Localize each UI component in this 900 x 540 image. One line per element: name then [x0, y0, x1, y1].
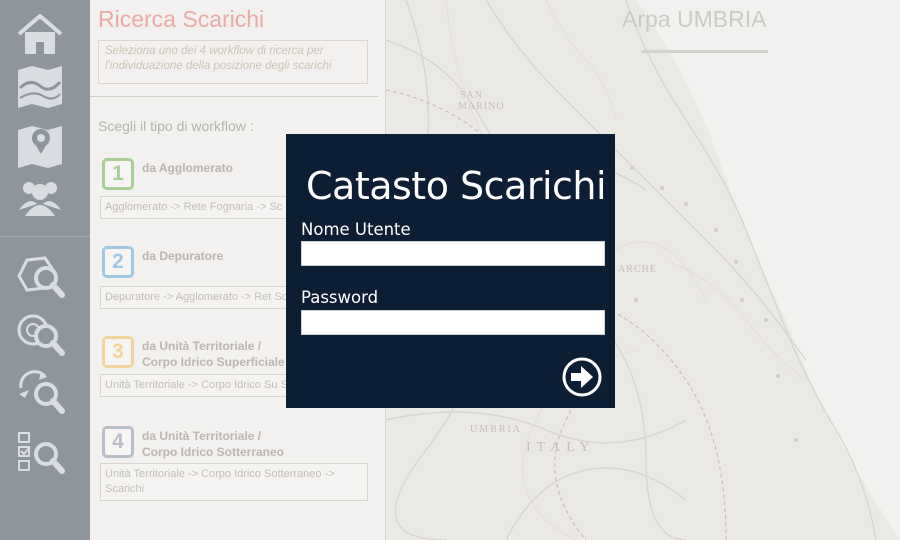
- workflow-label: da Depuratore: [142, 248, 223, 264]
- users-icon: [19, 182, 61, 216]
- search-refresh-button[interactable]: [8, 366, 72, 416]
- workflow-label: da Unità Territoriale / Corpo Idrico Sot…: [142, 428, 284, 460]
- workflow-label-line: da Unità Territoriale /: [142, 429, 262, 443]
- map-label-san-marino: SAN: [460, 90, 484, 101]
- opacity-slider[interactable]: [642, 50, 768, 53]
- workflow-number-badge: 2: [102, 246, 134, 278]
- search-disc-button[interactable]: [8, 308, 72, 358]
- arrow-right-circle-icon: [562, 357, 602, 397]
- workflow-label-line: Corpo Idrico Superficiale: [142, 355, 285, 369]
- password-input[interactable]: [301, 310, 605, 335]
- search-checklist-button[interactable]: [8, 428, 72, 478]
- icon-sidebar: [0, 0, 90, 540]
- username-input[interactable]: [301, 241, 605, 266]
- login-title: Catasto Scarichi: [306, 164, 607, 208]
- brand-title: Arpa UMBRIA: [622, 6, 767, 32]
- users-button[interactable]: [8, 172, 72, 222]
- workflow-number-badge: 1: [102, 158, 134, 190]
- workflow-number-badge: 3: [102, 336, 134, 368]
- workflow-label: da Unità Territoriale / Corpo Idrico Sup…: [142, 338, 285, 370]
- map-icon: [18, 66, 62, 108]
- workflow-path: Unità Territoriale -> Corpo Idrico Sotte…: [100, 463, 368, 501]
- workflow-label-line: da Unità Territoriale /: [142, 339, 262, 353]
- panel-divider: [90, 96, 378, 97]
- map-label-san-marino: MARINO: [458, 101, 505, 112]
- search-area-button[interactable]: [8, 250, 72, 300]
- map-pin-icon: [18, 126, 62, 168]
- sidebar-divider: [0, 236, 90, 237]
- password-label: Password: [301, 288, 379, 307]
- workflow-label: da Agglomerato: [142, 160, 233, 176]
- workflow-number-badge: 4: [102, 426, 134, 458]
- login-submit-button[interactable]: [561, 356, 603, 398]
- map-label-italy: ITALY: [526, 440, 596, 455]
- home-icon: [17, 14, 63, 54]
- panel-description: Seleziona uno dei 4 workflow di ricerca …: [98, 40, 368, 84]
- workflow-label-line: Corpo Idrico Sotterraneo: [142, 445, 285, 459]
- map-pin-button[interactable]: [8, 120, 72, 170]
- workflow-label-line: da Depuratore: [142, 249, 224, 263]
- username-label: Nome Utente: [301, 220, 411, 239]
- search-disc-icon: [17, 314, 65, 356]
- map-button[interactable]: [8, 62, 72, 112]
- search-checklist-icon: [18, 432, 65, 474]
- login-dialog: Catasto Scarichi Nome Utente Password: [286, 134, 615, 408]
- home-button[interactable]: [8, 10, 72, 60]
- workflow-label-line: da Agglomerato: [142, 161, 233, 175]
- panel-subtitle: Scegli il tipo di workflow :: [98, 118, 254, 134]
- map-label-umbria: UMBRIA: [470, 424, 523, 435]
- panel-title: Ricerca Scarichi: [98, 6, 265, 32]
- map-label-marche: ARCHE: [618, 264, 657, 275]
- search-area-icon: [17, 256, 65, 298]
- search-refresh-icon: [19, 370, 65, 414]
